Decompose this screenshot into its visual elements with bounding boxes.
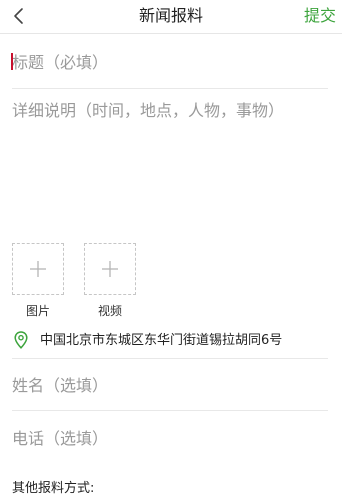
phone-input[interactable] [12,423,328,453]
text-caret [11,53,13,70]
description-input[interactable] [12,100,328,230]
location-pin-icon [14,331,28,349]
page-title: 新闻报料 [138,6,203,25]
divider [12,88,328,89]
add-image-button[interactable] [12,243,64,295]
location-address[interactable]: 中国北京市东城区东华门街道锡拉胡同6号 [40,329,282,348]
divider [12,358,328,359]
image-label: 图片 [25,304,50,318]
plus-icon [102,261,118,277]
submit-button[interactable]: 提交 [304,0,336,33]
header-bar: 新闻报料 提交 [0,0,342,34]
add-video-button[interactable] [84,243,136,295]
video-label: 视频 [97,304,122,318]
divider [12,410,328,411]
other-methods-label: 其他报料方式: [12,481,95,496]
title-input[interactable] [12,46,328,78]
name-input[interactable] [12,370,328,400]
plus-icon [30,261,46,277]
